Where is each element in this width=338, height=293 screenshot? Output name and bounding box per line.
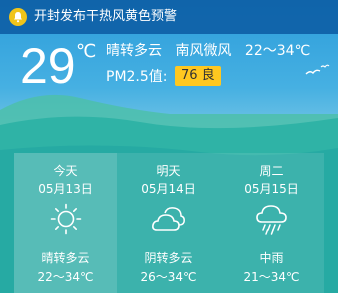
bell-icon	[9, 8, 27, 26]
forecast-date: 05月15日	[244, 182, 299, 196]
forecast-day-tuesday[interactable]: 周二 05月15日 中雨 21～34℃	[220, 153, 323, 293]
forecast-day-name: 周二	[259, 164, 284, 178]
forecast-day-name: 今天	[53, 164, 78, 178]
birds-icon	[305, 64, 330, 75]
forecast-date: 05月13日	[38, 182, 93, 196]
current-condition: 晴转多云	[106, 43, 162, 59]
current-summary: 晴转多云 南风微风 22～34℃	[106, 42, 319, 60]
forecast-condition: 晴转多云	[41, 251, 90, 265]
current-temperature: 29	[20, 38, 76, 94]
forecast-panel: 今天 05月13日 晴转多云 22～34℃ 明天 05月14日 阴转多云 26～…	[14, 153, 324, 293]
cloudy-icon	[152, 207, 185, 231]
warning-alert-text[interactable]: 开封发布干热风黄色预警	[34, 8, 177, 26]
forecast-day-today[interactable]: 今天 05月13日 晴转多云 22～34℃	[14, 153, 117, 293]
aqi-badge[interactable]: 76 良	[175, 66, 221, 86]
forecast-date: 05月14日	[141, 182, 196, 196]
forecast-range: 22～34℃	[37, 270, 94, 284]
rain-icon	[256, 205, 287, 235]
sunny-icon	[50, 203, 82, 235]
current-wind: 南风微风	[175, 43, 232, 59]
forecast-day-tomorrow[interactable]: 明天 05月14日 阴转多云 26～34℃	[117, 153, 220, 293]
forecast-day-name: 明天	[156, 164, 181, 178]
warning-alert-bar[interactable]: 开封发布干热风黄色预警	[0, 0, 338, 34]
pm25-label: PM2.5值:	[106, 69, 168, 85]
forecast-condition: 阴转多云	[144, 251, 193, 265]
forecast-range: 26～34℃	[140, 270, 197, 284]
current-range: 22～34℃	[244, 43, 311, 59]
temperature-unit: ℃	[76, 41, 97, 62]
forecast-condition: 中雨	[259, 251, 284, 265]
forecast-range: 21～34℃	[243, 270, 300, 284]
